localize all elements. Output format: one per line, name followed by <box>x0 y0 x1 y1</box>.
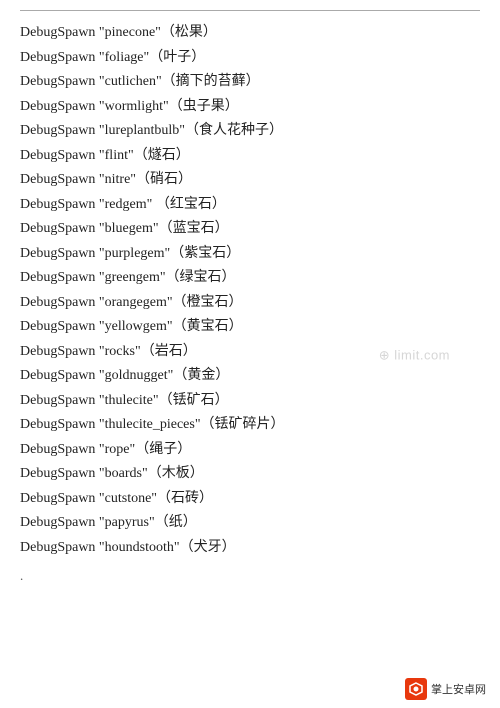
list-item: DebugSpawn "cutlichen"（摘下的苔藓） <box>20 70 480 95</box>
page-container: DebugSpawn "pinecone"（松果）DebugSpawn "fol… <box>0 0 500 708</box>
list-item: DebugSpawn "foliage"（叶子） <box>20 46 480 71</box>
list-item: DebugSpawn "rocks"（岩石） <box>20 340 480 365</box>
dot-marker: . <box>20 568 480 584</box>
item-list: DebugSpawn "pinecone"（松果）DebugSpawn "fol… <box>20 21 480 560</box>
list-item: DebugSpawn "flint"（燧石） <box>20 144 480 169</box>
list-item: DebugSpawn "nitre"（硝石） <box>20 168 480 193</box>
list-item: DebugSpawn "cutstone"（石砖） <box>20 487 480 512</box>
list-item: DebugSpawn "houndstooth"（犬牙） <box>20 536 480 561</box>
logo-svg <box>408 681 424 697</box>
list-item: DebugSpawn "yellowgem"（黄宝石） <box>20 315 480 340</box>
top-divider <box>20 10 480 11</box>
list-item: DebugSpawn "redgem" （红宝石） <box>20 193 480 218</box>
list-item: DebugSpawn "boards"（木板） <box>20 462 480 487</box>
list-item: DebugSpawn "orangegem"（橙宝石） <box>20 291 480 316</box>
list-item: DebugSpawn "bluegem"（蓝宝石） <box>20 217 480 242</box>
list-item: DebugSpawn "wormlight"（虫子果） <box>20 95 480 120</box>
list-item: DebugSpawn "thulecite"（铥矿石） <box>20 389 480 414</box>
list-item: DebugSpawn "rope"（绳子） <box>20 438 480 463</box>
list-item: DebugSpawn "papyrus"（纸） <box>20 511 480 536</box>
list-item: DebugSpawn "purplegem"（紫宝石） <box>20 242 480 267</box>
bottom-logo: 掌上安卓网 <box>405 678 486 700</box>
list-item: DebugSpawn "lureplantbulb"（食人花种子） <box>20 119 480 144</box>
list-item: DebugSpawn "goldnugget"（黄金） <box>20 364 480 389</box>
list-item: DebugSpawn "thulecite_pieces"（铥矿碎片） <box>20 413 480 438</box>
list-item: DebugSpawn "greengem"（绿宝石） <box>20 266 480 291</box>
logo-icon <box>405 678 427 700</box>
logo-text: 掌上安卓网 <box>431 681 486 697</box>
list-item: DebugSpawn "pinecone"（松果） <box>20 21 480 46</box>
